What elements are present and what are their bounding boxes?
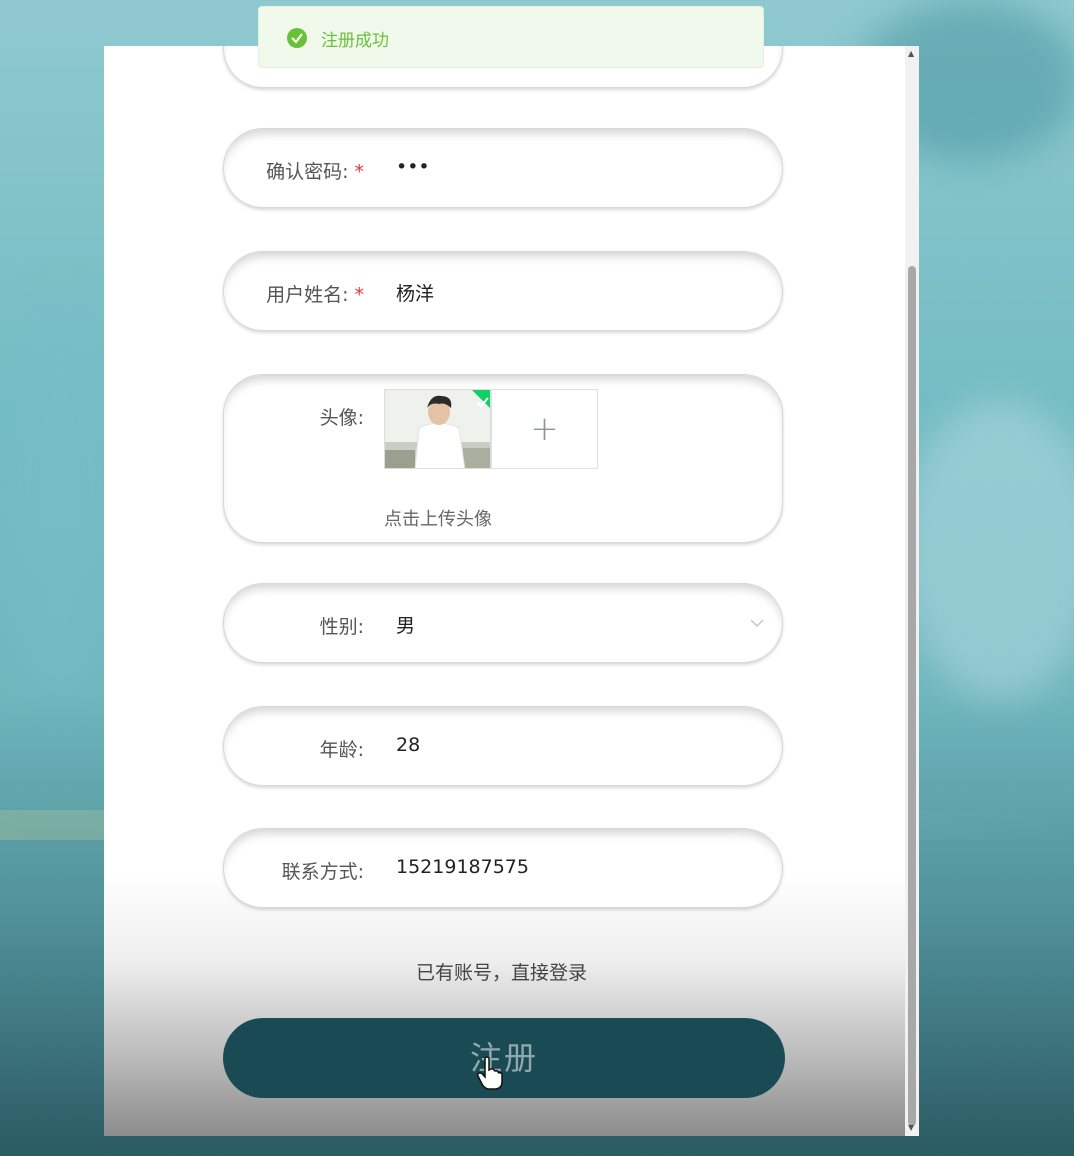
vertical-scrollbar[interactable]: ▲ ▼ [905, 46, 919, 1136]
scroll-up-arrow-icon[interactable]: ▲ [908, 50, 914, 58]
confirm-password-label: 确认密码: * [266, 161, 365, 183]
success-check-icon [287, 28, 307, 48]
avatar-upload-hint: 点击上传头像 [384, 509, 492, 530]
phone-field[interactable]: 联系方式: 15219187575 [223, 828, 783, 908]
chevron-down-icon[interactable] [750, 618, 764, 628]
register-panel: 确认密码: * ••• 用户姓名: * 杨洋 头像: + 点击上传头像 性别: … [104, 46, 919, 1136]
success-toast: 注册成功 [258, 6, 764, 68]
register-button[interactable]: 注册 [223, 1018, 785, 1098]
confirm-password-field[interactable]: 确认密码: * ••• [223, 128, 783, 208]
age-label: 年龄: [319, 739, 364, 761]
confirm-password-input[interactable]: ••• [396, 156, 430, 178]
toast-message: 注册成功 [321, 31, 389, 51]
age-input[interactable]: 28 [396, 734, 420, 756]
scroll-down-arrow-icon[interactable]: ▼ [908, 1124, 914, 1132]
age-field[interactable]: 年龄: 28 [223, 706, 783, 786]
gender-label: 性别: [319, 616, 364, 638]
real-name-field[interactable]: 用户姓名: * 杨洋 [223, 251, 783, 331]
required-mark: * [354, 161, 365, 183]
required-mark: * [354, 284, 365, 306]
phone-label: 联系方式: [281, 861, 364, 883]
plus-icon: + [530, 409, 559, 449]
avatar-upload-button[interactable]: + [491, 389, 598, 469]
avatar-photo-icon [385, 390, 490, 468]
avatar-label: 头像: [319, 407, 364, 429]
avatar-field: 头像: + 点击上传头像 [223, 374, 783, 543]
hand-cursor-icon [477, 1056, 503, 1090]
scrollbar-thumb[interactable] [908, 266, 916, 1126]
gender-select[interactable]: 性别: 男 [223, 583, 783, 663]
gender-value[interactable]: 男 [396, 611, 415, 638]
avatar-thumbnail[interactable] [384, 389, 491, 469]
real-name-label: 用户姓名: * [266, 284, 365, 306]
phone-input[interactable]: 15219187575 [396, 856, 529, 878]
real-name-input[interactable]: 杨洋 [396, 279, 434, 306]
login-link[interactable]: 已有账号，直接登录 [104, 958, 899, 985]
